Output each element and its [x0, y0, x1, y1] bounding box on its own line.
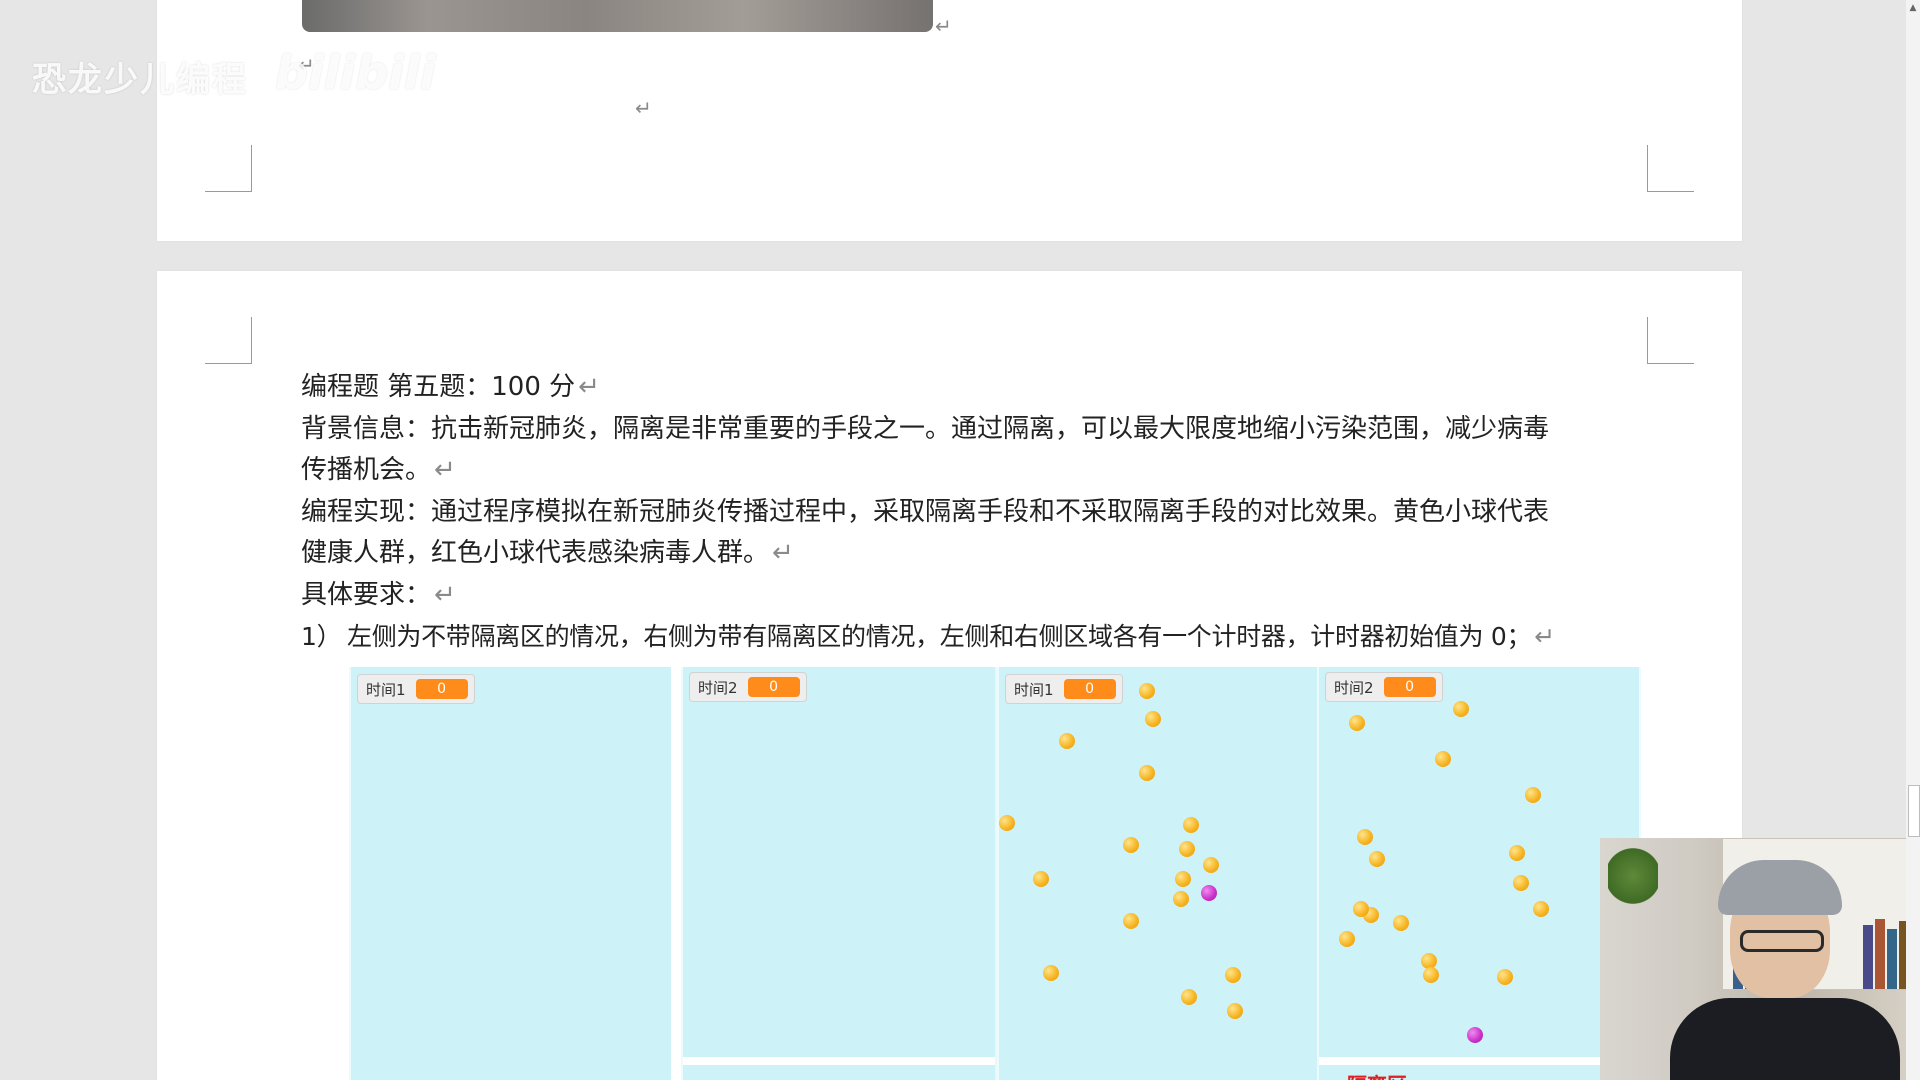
presenter-glasses [1740, 930, 1824, 952]
timer-value: 0 [747, 677, 800, 697]
paragraph-mark: ↵ [935, 14, 952, 38]
healthy-ball [1435, 751, 1451, 767]
healthy-ball [1339, 931, 1355, 947]
stage-right-isolation-start: 时间2 0 [681, 667, 1005, 1080]
healthy-ball [1533, 901, 1549, 917]
implementation-paragraph-cont: 健康人群，红色小球代表感染病毒人群。 ↵ [301, 538, 794, 568]
timer-label: 时间1 [366, 680, 406, 699]
stage-right-isolation-running: 时间2 0 隔离区 [1317, 667, 1641, 1080]
healthy-ball [1497, 969, 1513, 985]
infected-ball [1467, 1027, 1483, 1043]
presenter-body [1670, 998, 1900, 1080]
timer-monitor: 时间2 0 [1325, 672, 1443, 702]
timer-label: 时间2 [1334, 678, 1374, 697]
healthy-ball [1393, 915, 1409, 931]
healthy-ball [1225, 967, 1241, 983]
timer-value: 0 [1063, 679, 1116, 699]
healthy-ball [1525, 787, 1541, 803]
timer-value: 0 [1383, 677, 1436, 697]
document-body[interactable]: 编程题 第五题：100 分 ↵ 背景信息：抗击新冠肺炎，隔离是非常重要的手段之一。… [301, 367, 1671, 658]
healthy-ball [1349, 715, 1365, 731]
healthy-ball [1173, 891, 1189, 907]
isolation-zone-label: 隔离区 [1347, 1069, 1407, 1080]
presenter-cap [1718, 860, 1842, 915]
scroll-up-arrow-icon[interactable]: ▲ [1907, 2, 1919, 14]
healthy-ball [1513, 875, 1529, 891]
vertical-scrollbar[interactable] [1906, 0, 1920, 1080]
timer-monitor: 时间1 0 [357, 674, 475, 704]
healthy-ball [1181, 989, 1197, 1005]
healthy-ball [1179, 841, 1195, 857]
healthy-ball [1357, 829, 1373, 845]
webcam-overlay [1600, 838, 1920, 1080]
healthy-ball [1123, 913, 1139, 929]
healthy-ball [1139, 765, 1155, 781]
isolation-boundary [1319, 1057, 1639, 1065]
healthy-ball [1043, 965, 1059, 981]
healthy-ball [1123, 837, 1139, 853]
crop-mark-top-left [205, 317, 252, 364]
timer-monitor: 时间1 0 [1005, 674, 1123, 704]
background-paragraph-cont: 传播机会。 ↵ [301, 455, 456, 485]
healthy-ball [1369, 851, 1385, 867]
stage-divider [671, 667, 681, 1080]
healthy-ball [1059, 733, 1075, 749]
healthy-ball [1175, 871, 1191, 887]
list-item: 1） 左侧为不带隔离区的情况，右侧为带有隔离区的情况，左侧和右侧区域各有一个计时器… [301, 622, 1555, 651]
background-paragraph: 背景信息：抗击新冠肺炎，隔离是非常重要的手段之一。通过隔离，可以最大限度地缩小污… [301, 413, 1550, 444]
healthy-ball [1139, 683, 1155, 699]
crop-mark-bottom-left [205, 145, 252, 192]
healthy-ball [1183, 817, 1199, 833]
healthy-ball [1203, 857, 1219, 873]
healthy-ball [1353, 901, 1369, 917]
timer-label: 时间1 [1014, 680, 1054, 699]
stage-left-no-isolation-running: 时间1 0 [997, 667, 1321, 1080]
paragraph-mark: ↵ [635, 96, 652, 120]
scrollbar-thumb[interactable] [1908, 785, 1920, 837]
embedded-photo [302, 0, 933, 32]
stage-left-no-isolation-start: 时间1 0 [349, 667, 673, 1080]
infected-ball [1201, 885, 1217, 901]
healthy-ball [1423, 967, 1439, 983]
timer-value: 0 [415, 679, 468, 699]
implementation-paragraph: 编程实现：通过程序模拟在新冠肺炎传播过程中，采取隔离手段和不采取隔离手段的对比效… [301, 496, 1550, 527]
plant [1608, 846, 1658, 906]
channel-watermark: 恐龙少儿编程 [32, 60, 248, 100]
question-heading: 编程题 第五题：100 分 ↵ [301, 372, 600, 402]
healthy-ball [1509, 845, 1525, 861]
requirements-heading: 具体要求： ↵ [301, 579, 456, 610]
healthy-ball [1145, 711, 1161, 727]
crop-mark-top-right [1647, 317, 1694, 364]
crop-mark-bottom-right [1647, 145, 1694, 192]
bilibili-logo: bilibili [275, 46, 436, 100]
previous-page: ↵ ↵ ↵ [157, 0, 1742, 241]
healthy-ball [1453, 701, 1469, 717]
simulation-figure: 时间1 0 时间2 0 时间1 0 时间2 0 隔离区 [349, 667, 1641, 1080]
healthy-ball [1227, 1003, 1243, 1019]
timer-monitor: 时间2 0 [689, 672, 807, 702]
timer-label: 时间2 [698, 678, 738, 697]
healthy-ball [999, 815, 1015, 831]
isolation-boundary [683, 1057, 1003, 1065]
healthy-ball [1033, 871, 1049, 887]
